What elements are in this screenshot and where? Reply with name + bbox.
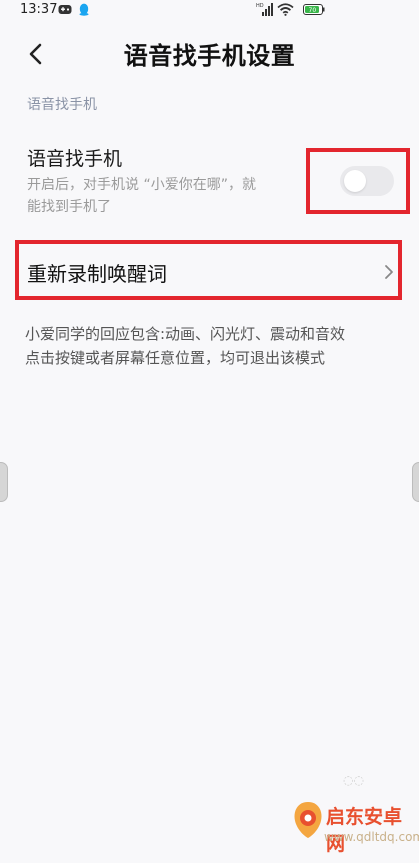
voice-find-phone-description: 开启后，对手机说 “小爱你在哪”，就 能找到手机了 [27, 174, 327, 218]
cellular-signal-icon: HD [256, 3, 273, 16]
game-controller-icon [58, 5, 72, 14]
section-header: 语音找手机 [27, 97, 97, 113]
title-bar: 语音找手机设置 [0, 30, 419, 76]
battery-icon: 70 [303, 4, 325, 15]
right-edge-handle[interactable] [412, 462, 419, 502]
description-line-1: 开启后，对手机说 “小爱你在哪”，就 [27, 177, 256, 193]
status-bar: 13:37 HD 70 [0, 0, 419, 22]
description-line-2: 能找到手机了 [27, 199, 111, 215]
battery-level-label: 70 [309, 7, 317, 14]
footnote: 小爱同学的回应包含:动画、闪光灯、震动和音效 点击按键或者屏幕任意位置，均可退出… [25, 322, 405, 370]
signal-hd-label: HD [256, 3, 264, 9]
footnote-line-2: 点击按键或者屏幕任意位置，均可退出该模式 [25, 349, 326, 367]
watermark-url: www.qdltdq.com [324, 830, 419, 844]
watermark-logo-icon [294, 802, 322, 838]
voice-find-phone-title: 语音找手机 [27, 148, 123, 170]
watermark-brand: 启东安卓网 [326, 806, 403, 855]
watermark: 启东安卓网 www.qdltdq.com [288, 798, 419, 860]
footnote-line-1: 小爱同学的回应包含:动画、闪光灯、震动和音效 [25, 325, 346, 343]
page-title: 语音找手机设置 [123, 42, 296, 70]
rerecord-highlight-box [15, 240, 402, 300]
faint-mark-icon: ◌◌ [343, 773, 364, 787]
status-time: 13:37 [20, 2, 58, 17]
left-edge-handle[interactable] [0, 462, 8, 502]
wifi-icon [277, 3, 294, 16]
qq-penguin-icon [79, 3, 89, 16]
toggle-highlight-box [306, 148, 410, 214]
